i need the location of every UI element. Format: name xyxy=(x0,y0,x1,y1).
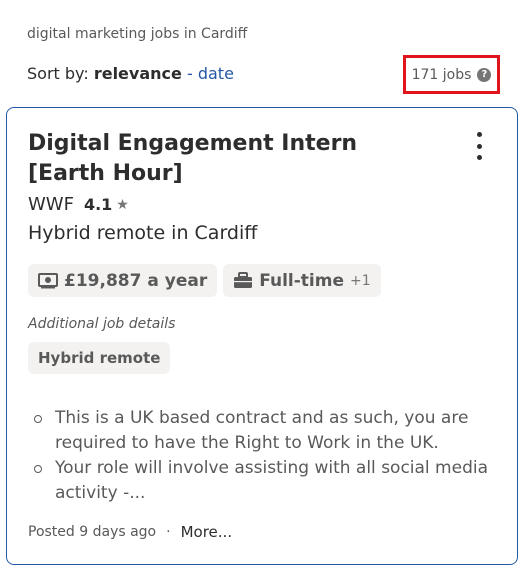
salary-text: £19,887 a year xyxy=(64,270,208,291)
job-type-extra: +1 xyxy=(350,272,371,289)
separator-dot: · xyxy=(166,524,171,540)
star-icon: ★ xyxy=(116,196,129,213)
sort-current: relevance xyxy=(93,64,182,83)
additional-details-label: Additional job details xyxy=(28,316,176,332)
job-type-text: Full-time xyxy=(259,270,344,291)
posted-date: Posted 9 days ago xyxy=(28,524,157,540)
search-context: digital marketing jobs in Cardiff xyxy=(27,26,248,42)
sort-separator: - xyxy=(186,64,193,83)
sort-by-date-link[interactable]: date xyxy=(198,64,234,83)
more-link[interactable]: More... xyxy=(181,523,233,541)
job-snippet: This is a UK based contract and as such,… xyxy=(31,406,491,506)
job-title[interactable]: Digital Engagement Intern [Earth Hour] xyxy=(28,129,428,189)
company-rating: 4.1 ★ xyxy=(84,195,129,214)
company-name[interactable]: WWF xyxy=(28,194,74,215)
company-row: WWF 4.1 ★ xyxy=(28,194,129,215)
job-type-chip: Full-time +1 xyxy=(223,264,381,297)
more-options-icon[interactable] xyxy=(469,132,489,160)
hybrid-remote-tag: Hybrid remote xyxy=(28,342,171,374)
briefcase-icon xyxy=(234,272,253,288)
sort-label: Sort by: xyxy=(27,64,89,83)
job-count-text: 171 jobs xyxy=(411,66,472,83)
job-attributes: £19,887 a year Full-time +1 xyxy=(28,264,381,297)
sort-row: Sort by: relevance - date xyxy=(27,64,234,83)
salary-chip: £19,887 a year xyxy=(28,264,218,297)
job-footer: Posted 9 days ago · More... xyxy=(28,523,232,541)
money-icon xyxy=(38,272,58,288)
question-circle-icon[interactable]: ? xyxy=(477,67,492,82)
snippet-item: Your role will involve assisting with al… xyxy=(31,456,491,506)
job-count: 171 jobs ? xyxy=(403,55,500,94)
rating-value: 4.1 xyxy=(83,195,113,214)
job-location: Hybrid remote in Cardiff xyxy=(28,222,258,244)
job-card[interactable]: Digital Engagement Intern [Earth Hour] W… xyxy=(6,107,518,565)
snippet-item: This is a UK based contract and as such,… xyxy=(31,406,491,456)
